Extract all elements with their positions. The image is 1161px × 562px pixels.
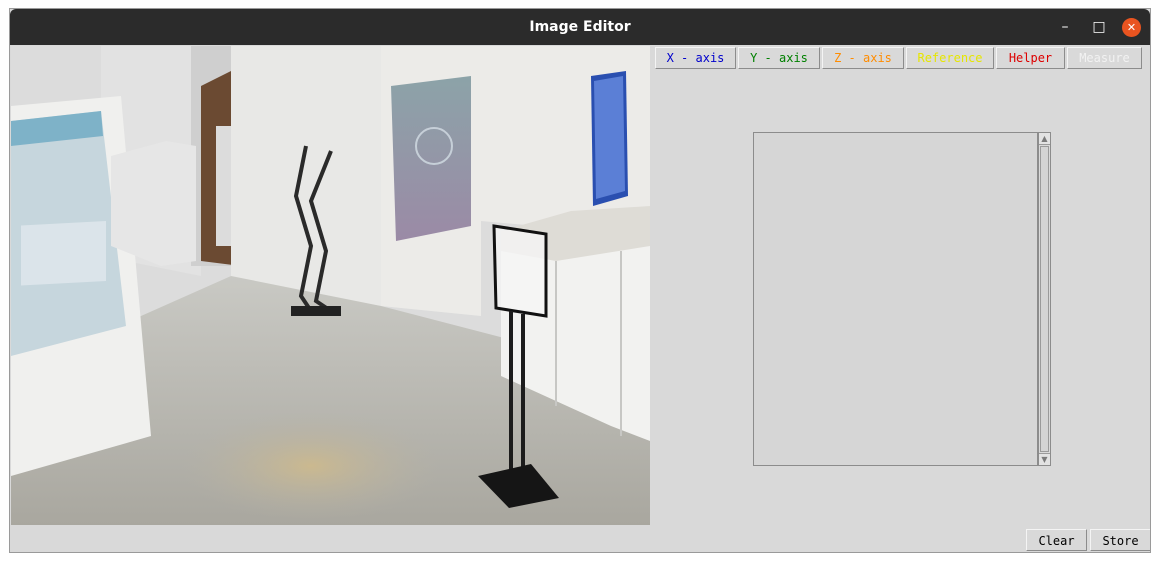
title-bar[interactable]: Image Editor – □ ✕ [10,9,1150,45]
helper-button[interactable]: Helper [996,47,1065,69]
z-axis-button[interactable]: Z - axis [822,47,904,69]
scroll-down-icon[interactable]: ▼ [1039,453,1050,465]
x-axis-button[interactable]: X - axis [655,47,736,69]
window-title: Image Editor [529,19,631,35]
reference-button[interactable]: Reference [906,47,994,69]
office-hallway-photo [11,46,650,525]
close-icon[interactable]: ✕ [1122,18,1141,37]
measure-button[interactable]: Measure [1067,47,1142,69]
y-axis-button[interactable]: Y - axis [738,47,820,69]
clear-button[interactable]: Clear [1026,529,1087,551]
listbox-scrollbar[interactable]: ▲ ▼ [1038,132,1051,466]
points-listbox[interactable] [753,132,1038,466]
minimize-icon[interactable]: – [1052,9,1078,45]
image-editor-window: Image Editor – □ ✕ X - axis Y - axis Z -… [9,8,1151,553]
scroll-thumb[interactable] [1040,146,1049,452]
image-canvas[interactable] [11,46,650,525]
scroll-up-icon[interactable]: ▲ [1039,133,1050,145]
store-button[interactable]: Store [1090,529,1150,551]
maximize-icon[interactable]: □ [1086,9,1112,45]
